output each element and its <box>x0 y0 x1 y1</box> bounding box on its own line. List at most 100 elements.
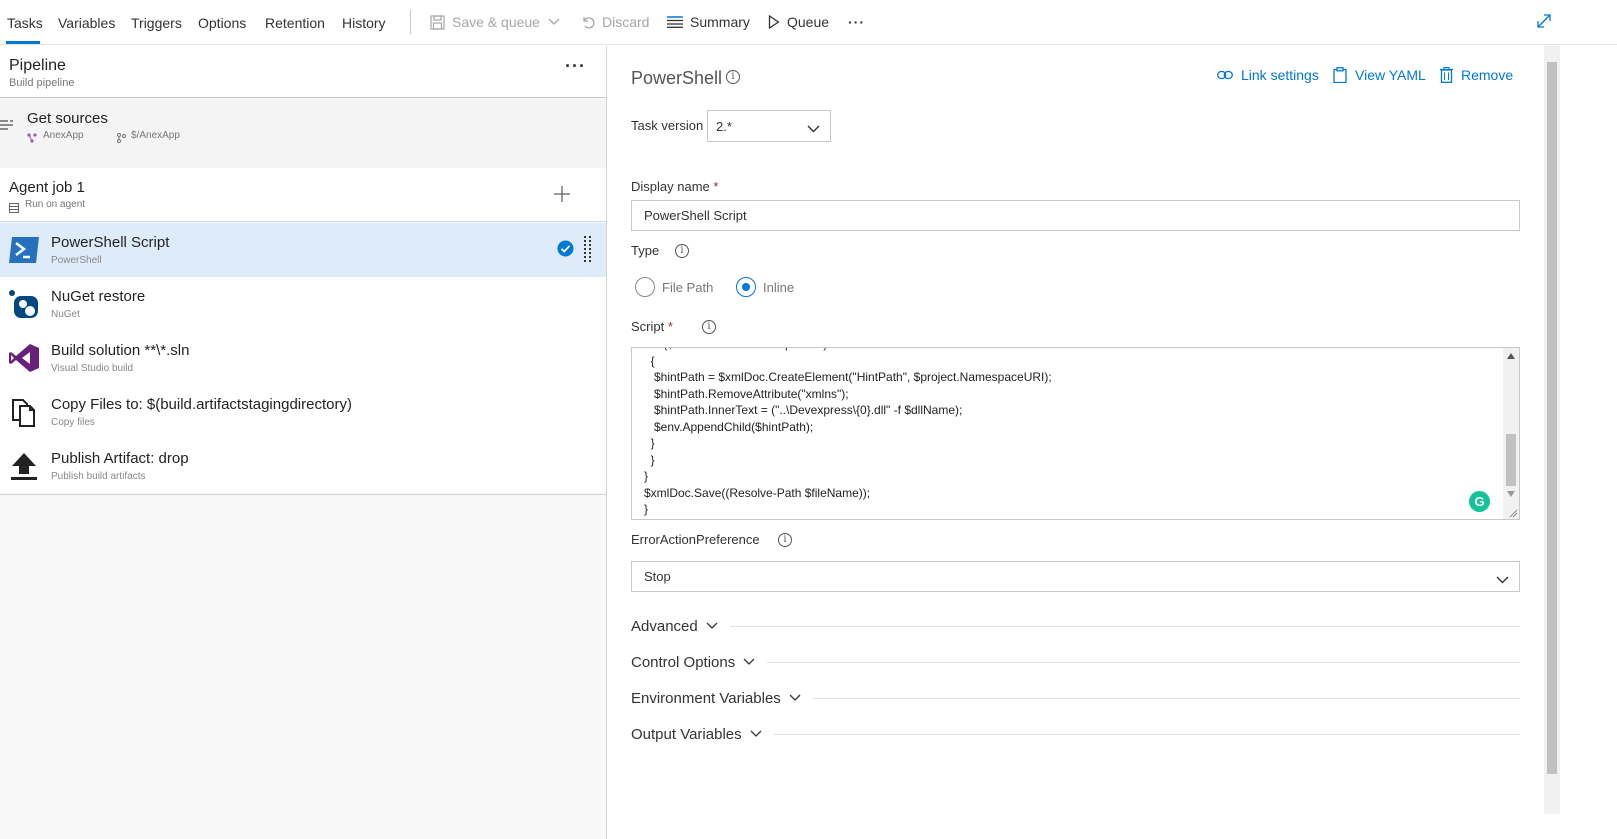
error-pref-value: Stop <box>644 569 671 584</box>
radio-circle <box>736 277 756 297</box>
remove-label: Remove <box>1461 67 1514 83</box>
view-yaml-button[interactable]: View YAML <box>1333 67 1426 83</box>
display-name-label: Display name * <box>631 179 718 194</box>
link-settings-button[interactable]: Link settings <box>1217 67 1319 83</box>
display-name-value: PowerShell Script <box>644 208 747 223</box>
radio-inline-label: Inline <box>763 279 795 295</box>
pipeline-more-button[interactable]: ··· <box>565 56 586 77</box>
radio-circle <box>635 277 655 297</box>
discard-label: Discard <box>602 14 650 30</box>
script-content[interactable]: if($dllName -like "Devexpress*") { $hint… <box>644 348 1052 518</box>
task-version-value: 2.* <box>716 118 732 134</box>
section-label: Output Variables <box>631 725 742 743</box>
tab-variables[interactable]: Variables <box>58 15 115 31</box>
scroll-down-icon[interactable] <box>1507 491 1515 497</box>
tab-history[interactable]: History <box>342 15 386 31</box>
grammarly-icon[interactable]: G <box>1469 491 1490 512</box>
save-queue-button[interactable]: Save & queue <box>430 14 560 30</box>
info-icon[interactable]: i <box>702 320 716 334</box>
repo-name: AnexApp <box>43 130 84 141</box>
queue-button[interactable]: Queue <box>768 14 829 30</box>
tab-options[interactable]: Options <box>198 15 246 31</box>
link-settings-label: Link settings <box>1241 67 1319 83</box>
tab-tasks[interactable]: Tasks <box>7 15 43 31</box>
branch-icon <box>116 130 126 148</box>
chevron-down-icon <box>807 121 820 136</box>
clipboard-icon <box>1333 67 1347 83</box>
section-divider <box>812 697 1520 699</box>
copy-files-icon <box>8 396 40 428</box>
task-version-select[interactable]: 2.* <box>707 110 831 142</box>
pipeline-title: Pipeline <box>9 57 66 74</box>
agent-job-item[interactable]: Agent job 1 Run on agent <box>0 168 606 222</box>
info-icon[interactable]: i <box>778 533 792 547</box>
radio-inline[interactable]: Inline <box>736 277 794 297</box>
task-item-publish-artifact[interactable]: Publish Artifact: drop Publish build art… <box>0 439 606 493</box>
type-label: Type <box>631 243 660 258</box>
task-item-nuget[interactable]: NuGet restore NuGet <box>0 277 606 331</box>
pipeline-subtitle: Build pipeline <box>9 77 75 89</box>
display-name-label-text: Display name <box>631 179 710 194</box>
nuget-icon <box>8 288 40 320</box>
branch-name: $/AnexApp <box>131 130 180 141</box>
discard-button[interactable]: Discard <box>581 14 649 30</box>
chevron-down-icon <box>743 658 755 666</box>
script-editor[interactable]: if($dllName -like "Devexpress*") { $hint… <box>631 347 1520 520</box>
task-subtitle: Copy files <box>51 417 95 428</box>
server-icon <box>9 200 19 218</box>
task-title: NuGet restore <box>51 288 146 305</box>
drag-handle-icon[interactable] <box>584 236 592 269</box>
toolbar-separator <box>410 10 411 34</box>
pipeline-header[interactable]: Pipeline Build pipeline ··· <box>0 46 606 98</box>
get-sources-title: Get sources <box>27 110 108 127</box>
undo-icon <box>581 15 595 29</box>
section-environment-variables[interactable]: Environment Variables <box>631 688 1520 708</box>
panel-scrollbar-thumb[interactable] <box>1547 62 1557 774</box>
active-tab-indicator <box>6 41 40 44</box>
get-sources-item[interactable]: Get sources AnexApp $/AnexApp <box>0 99 606 168</box>
visual-studio-icon <box>8 342 40 374</box>
expand-icon[interactable] <box>1536 13 1552 34</box>
task-subtitle: PowerShell <box>51 255 102 266</box>
task-title: Publish Artifact: drop <box>51 450 189 467</box>
section-label: Environment Variables <box>631 689 781 707</box>
tab-triggers[interactable]: Triggers <box>131 15 182 31</box>
task-list-divider <box>0 494 606 495</box>
upload-icon <box>8 450 40 482</box>
script-scrollbar-thumb[interactable] <box>1506 434 1516 486</box>
info-icon[interactable]: i <box>726 70 740 84</box>
toolbar-more-button[interactable]: ··· <box>848 14 865 30</box>
section-control-options[interactable]: Control Options <box>631 652 1520 672</box>
required-marker: * <box>667 319 673 334</box>
task-subtitle: Visual Studio build <box>51 363 134 374</box>
add-task-icon[interactable] <box>553 185 571 208</box>
task-version-label: Task version <box>631 118 704 133</box>
radio-file-path[interactable]: File Path <box>635 277 713 297</box>
remove-button[interactable]: Remove <box>1440 67 1513 83</box>
scroll-up-icon[interactable] <box>1507 353 1515 359</box>
task-item-powershell[interactable]: PowerShell Script PowerShell <box>0 223 606 277</box>
summary-label: Summary <box>690 14 750 30</box>
trash-icon <box>1440 67 1453 83</box>
tab-retention[interactable]: Retention <box>265 15 325 31</box>
task-item-build-solution[interactable]: Build solution **\*.sln Visual Studio bu… <box>0 331 606 385</box>
script-label-text: Script <box>631 319 665 334</box>
resize-handle-icon[interactable] <box>1509 509 1518 518</box>
link-icon <box>1217 70 1233 80</box>
repo-icon <box>27 130 37 148</box>
task-title: Copy Files to: $(build.artifactstagingdi… <box>51 396 352 413</box>
script-label: Script * <box>631 319 673 334</box>
display-name-input[interactable]: PowerShell Script <box>631 200 1520 231</box>
task-subtitle: Publish build artifacts <box>51 471 146 482</box>
required-marker: * <box>713 179 719 194</box>
section-advanced[interactable]: Advanced <box>631 616 1520 636</box>
task-title: PowerShell Script <box>51 234 170 251</box>
check-circle-icon[interactable] <box>557 240 574 262</box>
section-label: Control Options <box>631 653 736 671</box>
error-pref-select[interactable]: Stop <box>631 561 1520 592</box>
section-output-variables[interactable]: Output Variables <box>631 724 1520 744</box>
task-title: Build solution **\*.sln <box>51 342 190 359</box>
task-item-copy-files[interactable]: Copy Files to: $(build.artifactstagingdi… <box>0 385 606 439</box>
info-icon[interactable]: i <box>675 244 689 258</box>
summary-button[interactable]: Summary <box>667 14 750 30</box>
